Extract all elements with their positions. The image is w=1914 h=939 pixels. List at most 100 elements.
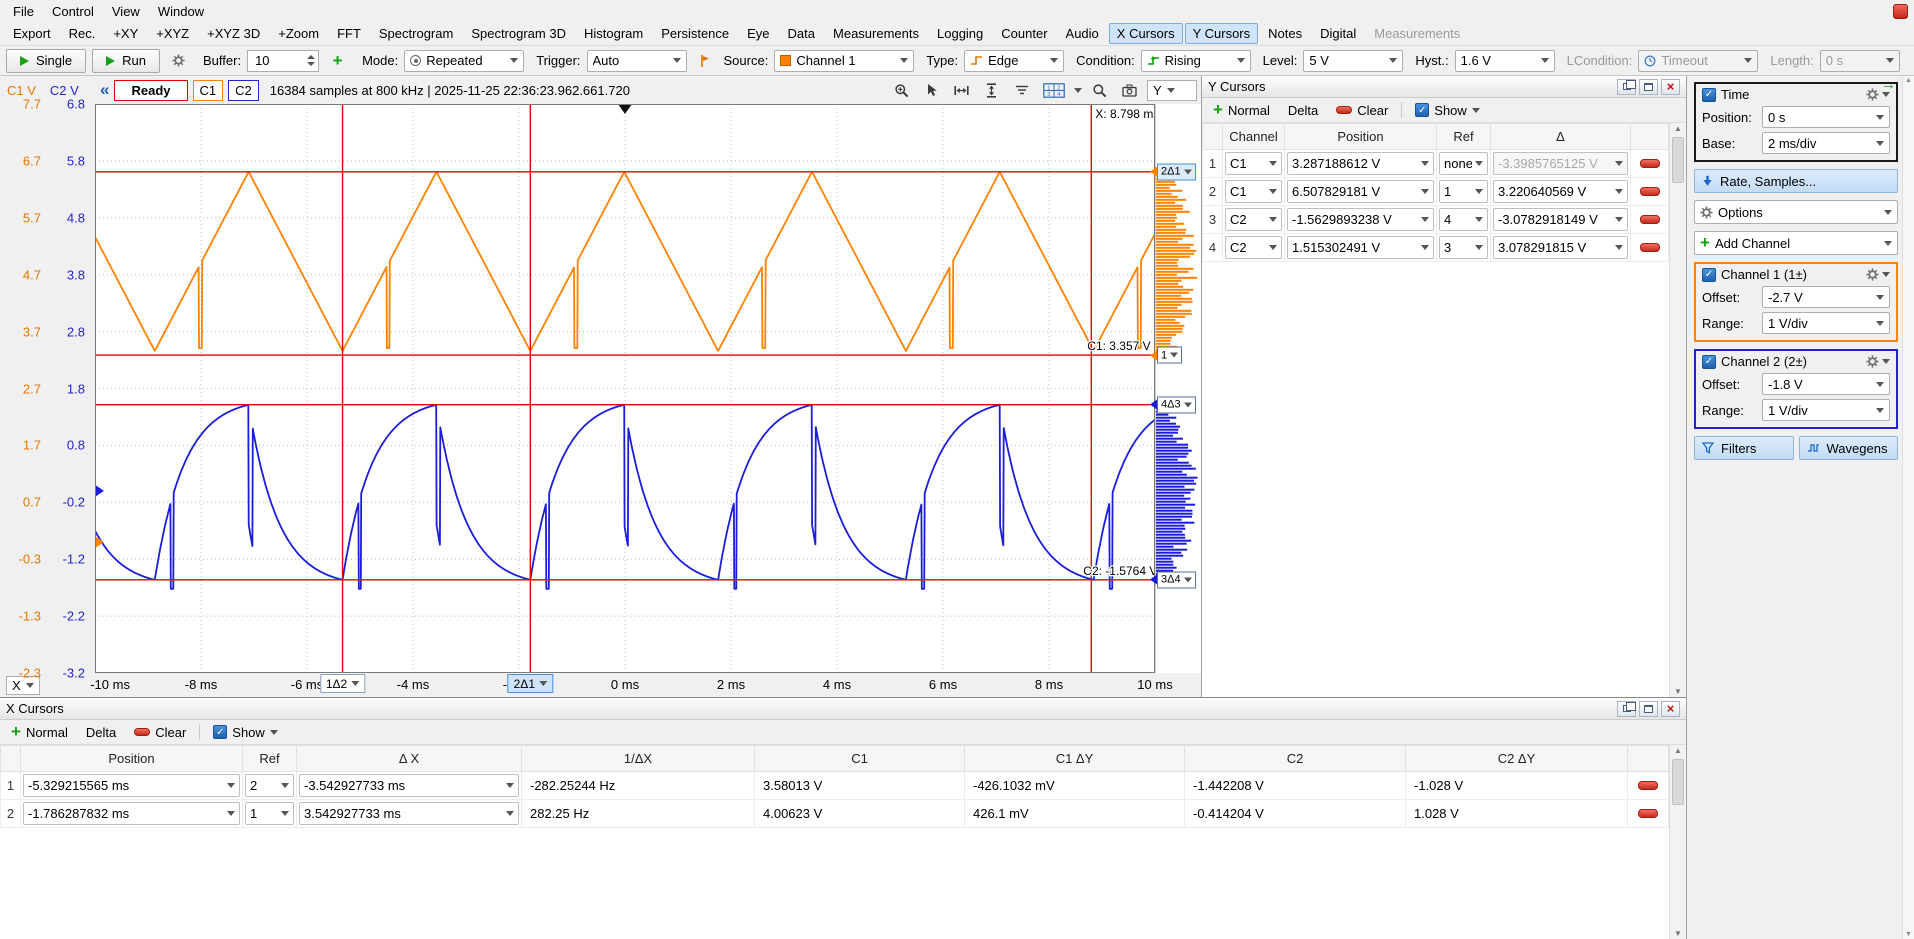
cursor-ref-select[interactable]: 3	[1439, 236, 1488, 259]
close-window-icon[interactable]: ×	[1661, 79, 1680, 95]
clear-cursors-button[interactable]: Clear	[129, 723, 191, 742]
toolbar-counter[interactable]: Counter	[993, 23, 1055, 44]
time-position-select[interactable]: 0 s	[1762, 106, 1890, 128]
toolbar-x-cursors[interactable]: X Cursors	[1109, 23, 1183, 44]
remove-cursor-button[interactable]	[1638, 809, 1658, 818]
cursor-position-select[interactable]: -1.786287832 ms	[23, 802, 240, 825]
channel1-settings-icon[interactable]	[1866, 268, 1890, 281]
float-window-icon[interactable]	[1617, 701, 1636, 717]
channel1-range-select[interactable]: 1 V/div	[1762, 312, 1890, 334]
channel2-settings-icon[interactable]	[1866, 355, 1890, 368]
remove-cursor-button[interactable]	[1638, 781, 1658, 790]
fit-vertical-icon[interactable]	[979, 79, 1004, 101]
wavegens-button[interactable]: Wavegens	[1799, 436, 1899, 460]
scroll-thumb[interactable]	[1672, 759, 1684, 805]
toolbar-rec[interactable]: Rec.	[61, 23, 104, 44]
y-axis-select[interactable]: Y	[1147, 80, 1197, 101]
scroll-up-icon[interactable]: ▲	[1670, 746, 1686, 755]
view-layout-icon[interactable]	[1039, 79, 1069, 101]
trigger-source-select[interactable]: Channel 1	[774, 50, 914, 72]
cursor-position-select[interactable]: -1.5629893238 V	[1287, 208, 1434, 231]
scroll-thumb[interactable]	[1672, 137, 1684, 183]
menu-file[interactable]: File	[4, 2, 43, 21]
cursor-delta-select[interactable]: 3.078291815 V	[1493, 236, 1628, 259]
tab-channel2[interactable]: C2	[228, 80, 259, 101]
mode-select[interactable]: Repeated	[404, 50, 524, 72]
cursor-position-select[interactable]: 1.515302491 V	[1287, 236, 1434, 259]
delta-cursor-button[interactable]: Delta	[81, 723, 121, 742]
scrollbar[interactable]: ▲ ▼	[1669, 745, 1686, 939]
toolbar-export[interactable]: Export	[5, 23, 59, 44]
toolbar-eye[interactable]: Eye	[739, 23, 777, 44]
x-cursor-flag-1Δ2[interactable]: 1Δ2	[320, 674, 365, 693]
oscilloscope-plot[interactable]: X: 8.798 msC1: 3.357 VC2: -1.5764 V	[95, 104, 1155, 673]
show-menu-button[interactable]: ✓ Show	[208, 723, 283, 742]
cursor-dx-select[interactable]: 3.542927733 ms	[299, 802, 519, 825]
trigger-condition-select[interactable]: Rising	[1141, 50, 1251, 72]
toolbar-data[interactable]: Data	[780, 23, 823, 44]
cursor-delta-select[interactable]: -3.0782918149 V	[1493, 208, 1628, 231]
add-normal-cursor-button[interactable]: + Normal	[1208, 101, 1275, 120]
hysteresis-select[interactable]: 1.6 V	[1455, 50, 1555, 72]
scroll-down-icon[interactable]: ▼	[1670, 687, 1686, 696]
remove-cursor-button[interactable]	[1640, 159, 1660, 168]
zoom-in-icon[interactable]	[889, 79, 914, 101]
toolbar-add-xyz3d[interactable]: +XYZ 3D	[199, 23, 268, 44]
y-cursors-titlebar[interactable]: Y Cursors ×	[1202, 76, 1686, 98]
channel2-checkbox[interactable]: ✓	[1702, 355, 1716, 369]
collapse-panel-icon[interactable]: →	[1881, 79, 1896, 91]
toolbar-measurements[interactable]: Measurements	[825, 23, 927, 44]
show-menu-button[interactable]: ✓ Show	[1410, 101, 1485, 120]
float-window-icon[interactable]	[1617, 79, 1636, 95]
y-cursor-flag-1[interactable]: 1	[1157, 347, 1182, 364]
add-channel-select[interactable]: + Add Channel	[1694, 231, 1898, 255]
menu-control[interactable]: Control	[43, 2, 103, 21]
cursor-ref-select[interactable]: none	[1439, 152, 1488, 175]
y-cursor-flag-2Δ1[interactable]: 2Δ1	[1157, 163, 1196, 180]
delta-cursor-button[interactable]: Delta	[1283, 101, 1323, 120]
cursor-channel-select[interactable]: C1	[1225, 180, 1282, 203]
time-base-select[interactable]: 2 ms/div	[1762, 132, 1890, 154]
toolbar-spectrogram[interactable]: Spectrogram	[371, 23, 461, 44]
scroll-up-icon[interactable]: ▲	[1670, 124, 1686, 133]
cursor-delta-select[interactable]: 3.220640569 V	[1493, 180, 1628, 203]
rate-samples-button[interactable]: Rate, Samples...	[1694, 169, 1898, 193]
plot-area[interactable]: X: 8.798 msC1: 3.357 VC2: -1.5764 V	[95, 104, 1155, 673]
trigger-level-select[interactable]: 5 V	[1303, 50, 1403, 72]
history-back-icon[interactable]: «	[100, 83, 109, 97]
x-cursors-titlebar[interactable]: X Cursors ×	[0, 698, 1686, 720]
toolbar-digital[interactable]: Digital	[1312, 23, 1364, 44]
y-cursor-flag-4Δ3[interactable]: 4Δ3	[1157, 396, 1196, 413]
toolbar-notes[interactable]: Notes	[1260, 23, 1310, 44]
scroll-down-icon[interactable]: ▼	[1670, 929, 1686, 938]
cursor-ref-select[interactable]: 1	[1439, 180, 1488, 203]
pointer-tool-icon[interactable]	[919, 79, 944, 101]
acquisition-gear-icon[interactable]	[166, 50, 191, 72]
run-button[interactable]: Run	[92, 49, 160, 73]
scrollbar[interactable]: ▲ ▼	[1902, 76, 1914, 939]
scroll-up-icon[interactable]: ▲	[1903, 77, 1914, 84]
menu-view[interactable]: View	[103, 2, 149, 21]
toolbar-persistence[interactable]: Persistence	[653, 23, 737, 44]
channel1-offset-select[interactable]: -2.7 V	[1762, 286, 1890, 308]
maximize-window-icon[interactable]	[1639, 701, 1658, 717]
channel1-checkbox[interactable]: ✓	[1702, 268, 1716, 282]
toolbar-histogram[interactable]: Histogram	[576, 23, 651, 44]
levels-icon[interactable]	[1009, 79, 1034, 101]
magnifier-icon[interactable]	[1087, 79, 1112, 101]
cursor-position-select[interactable]: -5.329215565 ms	[23, 774, 240, 797]
toolbar-spectrogram3d[interactable]: Spectrogram 3D	[463, 23, 574, 44]
cursor-ref-select[interactable]: 1	[245, 802, 294, 825]
channel2-offset-select[interactable]: -1.8 V	[1762, 373, 1890, 395]
cursor-channel-select[interactable]: C2	[1225, 236, 1282, 259]
buffer-spinner[interactable]: 10	[247, 50, 319, 72]
tab-channel1[interactable]: C1	[193, 80, 224, 101]
remove-cursor-button[interactable]	[1640, 243, 1660, 252]
toolbar-fft[interactable]: FFT	[329, 23, 369, 44]
toolbar-add-zoom[interactable]: +Zoom	[270, 23, 327, 44]
toolbar-add-xy[interactable]: +XY	[105, 23, 146, 44]
channel2-range-select[interactable]: 1 V/div	[1762, 399, 1890, 421]
maximize-window-icon[interactable]	[1639, 79, 1658, 95]
add-instrument-icon[interactable]: +	[325, 50, 350, 72]
snapshot-camera-icon[interactable]	[1117, 79, 1142, 101]
